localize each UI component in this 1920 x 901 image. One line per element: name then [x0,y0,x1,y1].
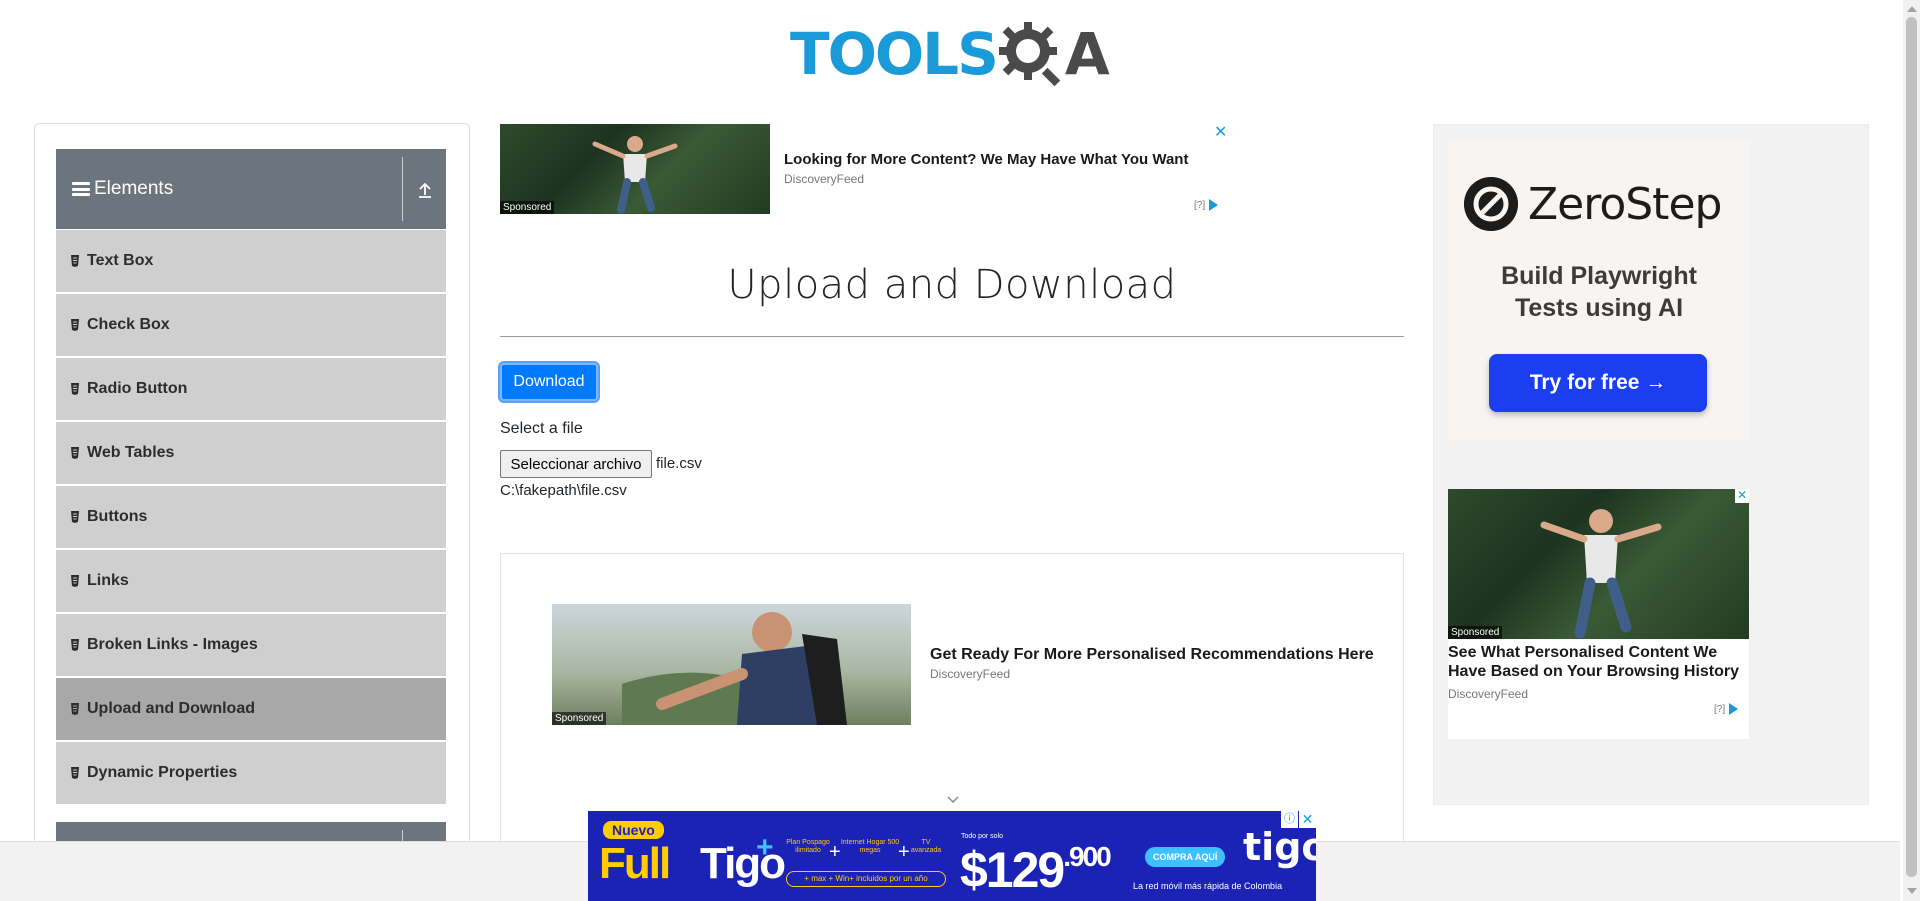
info-icon[interactable]: ⓘ [1281,811,1298,828]
adchoices-label: [?] [1194,199,1206,211]
header-divider [402,157,403,221]
tigo-slogan: La red móvil más rápida de Colombia [1133,881,1283,891]
scroll-up-arrow-icon[interactable] [1907,6,1917,12]
uploaded-file-path: C:\fakepath\file.csv [500,482,627,499]
sidebar-item-dynamic-properties[interactable]: Dynamic Properties [56,742,446,804]
adchoices[interactable]: [?] [1714,703,1739,715]
collapse-arrow-icon[interactable] [412,177,438,203]
tagline-line2: Tests using AI [1514,294,1684,322]
ad-headline[interactable]: Looking for More Content? We May Have Wh… [784,151,1188,168]
sponsored-label: Sponsored [1448,626,1503,639]
sidebar-item-label: Radio Button [87,380,188,397]
person-jumping-image [592,136,678,214]
ad-image: Sponsored [1448,489,1749,639]
hiker-image [622,612,847,725]
document-icon [71,255,79,267]
tigo-logo: tigo [1243,825,1316,869]
toolsqa-logo[interactable]: TOOLS A [790,14,1115,94]
try-for-free-button[interactable]: Try for free → [1489,354,1707,412]
sidebar-item-label: Text Box [87,252,154,269]
sponsored-label: Sponsored [552,712,607,725]
feature-internet: Internet Hogar 500 megas [840,839,900,854]
selected-file-name: file.csv [656,455,702,472]
price-prefix: Todo por solo [961,833,1004,840]
ad-source: DiscoveryFeed [930,667,1011,681]
document-icon [71,383,79,395]
sidebar-item-web-tables[interactable]: Web Tables [56,422,446,484]
download-button[interactable]: Download [500,363,598,401]
close-icon[interactable]: ✕ [1214,125,1227,141]
ad-headline[interactable]: See What Personalised Content We Have Ba… [1448,643,1749,681]
sidebar-menu: Text Box Check Box Radio Button Web Tabl… [56,230,446,806]
sidebar-item-label: Buttons [87,508,148,525]
document-icon [71,319,79,331]
adchoices-label: [?] [1714,703,1726,715]
plus-mark: + [756,831,774,864]
document-icon [71,447,79,459]
scroll-down-arrow-icon[interactable] [1907,888,1917,894]
gear-magnifier-icon [998,22,1061,87]
ad-image: Sponsored [552,604,911,725]
ad-headline[interactable]: Get Ready For More Personalised Recommen… [930,646,1374,664]
document-icon [71,703,79,715]
adchoices-icon [1209,199,1219,211]
sidebar-item-links[interactable]: Links [56,550,446,612]
hamburger-icon [72,182,90,196]
title-divider [500,336,1404,337]
group-title: Elements [94,178,174,199]
sidebar-item-label: Links [87,572,129,589]
adchoices-icon [1729,703,1739,715]
ad-source: DiscoveryFeed [784,172,865,186]
right-content-ad[interactable]: Sponsored See What Personalised Content … [1448,489,1749,739]
new-badge: Nuevo [603,821,664,839]
document-icon [71,639,79,651]
close-icon[interactable]: ✕ [1299,811,1316,828]
person-jumping-image [1540,509,1662,639]
sidebar-item-radio-button[interactable]: Radio Button [56,358,446,420]
sidebar-item-label: Web Tables [87,444,175,461]
price-main: $129 [960,842,1065,898]
price: $129.900 [960,841,1112,899]
zerostep-brand: ZeroStep [1528,178,1722,230]
sidebar-item-buttons[interactable]: Buttons [56,486,446,548]
sidebar-item-broken-links-images[interactable]: Broken Links - Images [56,614,446,676]
page: TOOLS A Elements Text Box Check Box Radi… [0,0,1920,901]
zerostep-icon [1464,177,1518,231]
ad-source: DiscoveryFeed [1448,687,1529,701]
sidebar-item-label: Broken Links - Images [87,636,258,653]
tagline-line1: Build Playwright [1501,262,1697,290]
adchoices[interactable]: [?] [1194,199,1219,211]
feature-tv: TV avanzada [910,839,942,854]
plus-separator: + [829,841,841,863]
document-icon [71,511,79,523]
sidebar-item-label: Upload and Download [87,700,255,717]
select-file-label: Select a file [500,420,583,437]
sidebar-item-text-box[interactable]: Text Box [56,230,446,292]
document-icon [71,575,79,587]
sidebar-item-label: Check Box [87,316,170,333]
zerostep-logo: ZeroStep [1464,177,1722,231]
sidebar-item-check-box[interactable]: Check Box [56,294,446,356]
zerostep-ad[interactable]: ZeroStep Build Playwright Tests using AI… [1448,140,1750,440]
elements-group-header[interactable]: Elements [56,149,446,229]
document-icon [71,767,79,779]
page-title: Upload and Download [727,262,1177,308]
chevron-down-icon[interactable] [947,794,959,806]
logo-text-a: A [1064,20,1110,88]
ad-image: Sponsored [500,124,770,214]
zerostep-tagline: Build Playwright Tests using AI [1448,260,1750,324]
tigo-banner-ad[interactable]: Nuevo Full Tigo + Plan Pospago ilimitado… [588,811,1316,901]
top-ad-banner[interactable]: Sponsored Looking for More Content? We M… [500,124,1228,214]
close-icon[interactable]: ✕ [1735,489,1749,503]
included-services: + max + Win+ incluidos por un año [786,871,946,887]
full-text: Full [599,839,671,888]
sidebar-item-label: Dynamic Properties [87,764,238,781]
sponsored-label: Sponsored [500,201,555,214]
file-upload-button[interactable]: Seleccionar archivo [500,450,652,478]
scrollbar-thumb[interactable] [1906,17,1917,877]
buy-here-button[interactable]: COMPRA AQUÍ [1145,847,1226,867]
logo-text-tools: TOOLS [790,20,999,88]
sidebar-item-upload-and-download[interactable]: Upload and Download [56,678,446,740]
price-cents: .900 [1063,841,1111,872]
